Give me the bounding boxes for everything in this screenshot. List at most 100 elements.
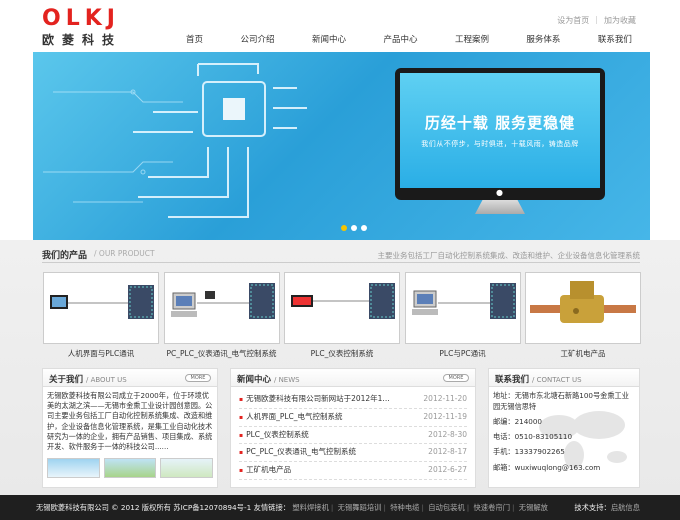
contact-title: 联系我们 / CONTACT US bbox=[495, 373, 582, 385]
nav-contact[interactable]: 联系我们 bbox=[590, 32, 640, 50]
contact-email[interactable]: 邮箱：wuxiwuqlong@163.com bbox=[493, 460, 635, 475]
about-image-2[interactable] bbox=[103, 458, 157, 479]
logo-letter: O bbox=[42, 6, 62, 31]
footer: 无锡欧菱科技有限公司 © 2012 版权所有 苏ICP备12070894号-1 … bbox=[0, 495, 680, 520]
friend-link[interactable]: 塑料焊接机 bbox=[292, 503, 328, 512]
logo-letter: J bbox=[106, 6, 116, 31]
news-header: 新闻中心 / NEWS MORE bbox=[231, 369, 475, 387]
products-description: 主要业务包括工厂自动化控制系统集成、改造和维护、企业设备信息化管理系统 bbox=[377, 251, 641, 260]
main-nav: 首页 公司介绍 新闻中心 产品中心 工程案例 服务体系 联系我们 bbox=[178, 32, 640, 50]
about-title-text: 关于我们 bbox=[49, 375, 84, 385]
product-label[interactable]: PLC与PC通讯 bbox=[405, 348, 521, 359]
news-title: 新闻中心 / NEWS bbox=[237, 373, 300, 385]
friend-link[interactable]: 快速卷帘门 bbox=[474, 503, 510, 512]
nav-cases[interactable]: 工程案例 bbox=[447, 32, 497, 50]
slide-dot-2[interactable] bbox=[351, 225, 357, 231]
logo-name: 欧菱科技 bbox=[42, 33, 123, 47]
circuit-graphic bbox=[43, 63, 307, 218]
friend-link[interactable]: 无锡解放 bbox=[519, 503, 548, 512]
contact-address: 地址：无锡市东北塘石新路100号金熏工业园无锡信思特 bbox=[493, 391, 629, 411]
contact-title-text: 联系我们 bbox=[495, 375, 530, 385]
contact-mobile: 手机：13337902265 bbox=[493, 447, 565, 457]
product-label[interactable]: 人机界面与PLC通讯 bbox=[43, 348, 159, 359]
product-image[interactable] bbox=[404, 272, 521, 344]
nav-products[interactable]: 产品中心 bbox=[375, 32, 425, 50]
product-item[interactable]: PLC_仪表控制系统 bbox=[284, 272, 400, 362]
contact-box: 联系我们 / CONTACT US 地址：无锡市东北塘石新路100号金熏工业园无… bbox=[488, 368, 640, 488]
news-item[interactable]: PLC_仪表控制系统 2012-8-30 bbox=[239, 427, 467, 445]
news-item-title[interactable]: 人机界面_PLC_电气控制系统 bbox=[239, 409, 404, 426]
logo-letter: L bbox=[65, 6, 81, 31]
products-title-en: / OUR PRODUCT bbox=[94, 249, 155, 258]
news-item-title[interactable]: 无锡欧菱科技有限公司新网站于2012年1... bbox=[239, 391, 404, 408]
about-box: 关于我们 / ABOUT US MORE 无锡欧菱科技有限公司成立于2000年，… bbox=[42, 368, 218, 488]
friend-link[interactable]: 自动包装机 bbox=[428, 503, 464, 512]
news-item[interactable]: 人机界面_PLC_电气控制系统 2012-11-19 bbox=[239, 409, 467, 427]
news-list: 无锡欧菱科技有限公司新网站于2012年1... 2012-11-20 人机界面_… bbox=[231, 387, 475, 484]
logo-letter: K bbox=[84, 6, 103, 31]
banner-slider[interactable]: 历经十载 服务更稳健 我们从不停步，与时俱进，十载风雨，铸造品牌 ● bbox=[33, 52, 650, 240]
news-more-button[interactable]: MORE bbox=[443, 374, 469, 382]
add-favorite-link[interactable]: 加为收藏 bbox=[604, 15, 636, 26]
news-item-date: 2012-6-27 bbox=[428, 465, 467, 475]
about-more-button[interactable]: MORE bbox=[185, 374, 211, 382]
about-images bbox=[43, 458, 217, 479]
friend-link[interactable]: 特种电缆 bbox=[390, 503, 419, 512]
nav-home[interactable]: 首页 bbox=[178, 32, 211, 50]
news-item-date: 2012-8-30 bbox=[428, 429, 467, 439]
about-header: 关于我们 / ABOUT US MORE bbox=[43, 369, 217, 387]
about-image-3[interactable] bbox=[160, 458, 214, 479]
about-title: 关于我们 / ABOUT US bbox=[49, 373, 127, 385]
product-label[interactable]: 工矿机电产品 bbox=[525, 348, 641, 359]
monitor-stand bbox=[475, 200, 525, 214]
divider: | bbox=[512, 503, 515, 512]
product-item[interactable]: 人机界面与PLC通讯 bbox=[43, 272, 159, 362]
banner-slogan: 历经十载 服务更稳健 bbox=[424, 114, 576, 132]
product-image[interactable] bbox=[163, 272, 280, 344]
news-item[interactable]: PC_PLC_仪表通讯_电气控制系统 2012-8-17 bbox=[239, 444, 467, 463]
news-item-date: 2012-11-19 bbox=[423, 411, 467, 421]
header: O L K J 欧菱科技 设为首页 | 加为收藏 首页 公司介绍 新闻中心 产品… bbox=[0, 0, 680, 52]
product-image[interactable] bbox=[43, 272, 159, 344]
product-image[interactable] bbox=[284, 272, 400, 344]
divider: | bbox=[466, 503, 470, 512]
plc-meter-diagram-icon bbox=[291, 283, 395, 319]
footer-copyright: 无锡欧菱科技有限公司 © 2012 版权所有 苏ICP备12070894号-1 … bbox=[36, 503, 548, 513]
slide-dot-1[interactable] bbox=[341, 225, 347, 231]
friend-link[interactable]: 无锡舞蹈培训 bbox=[338, 503, 382, 512]
top-links: 设为首页 | 加为收藏 bbox=[557, 15, 636, 26]
screen-content: 历经十载 服务更稳健 我们从不停步，与时俱进，十载风雨，铸造品牌 bbox=[400, 73, 600, 188]
news-item-title[interactable]: 工矿机电产品 bbox=[239, 462, 404, 479]
apple-logo-icon: ● bbox=[496, 188, 503, 197]
logo[interactable]: O L K J 欧菱科技 bbox=[42, 8, 152, 48]
set-homepage-link[interactable]: 设为首页 bbox=[557, 15, 589, 26]
product-label[interactable]: PC_PLC_仪表通讯_电气控制系统 bbox=[164, 348, 280, 359]
copyright-text: 无锡欧菱科技有限公司 © 2012 版权所有 苏ICP备12070894号-1 … bbox=[36, 503, 291, 512]
nav-news[interactable]: 新闻中心 bbox=[304, 32, 354, 50]
slide-dot-3[interactable] bbox=[361, 225, 367, 231]
nav-service[interactable]: 服务体系 bbox=[518, 32, 568, 50]
news-item-title[interactable]: PC_PLC_仪表通讯_电气控制系统 bbox=[239, 444, 404, 461]
news-box: 新闻中心 / NEWS MORE 无锡欧菱科技有限公司新网站于2012年1...… bbox=[230, 368, 476, 488]
product-item[interactable]: PLC与PC通讯 bbox=[404, 272, 521, 362]
nav-about[interactable]: 公司介绍 bbox=[232, 32, 282, 50]
divider: | bbox=[595, 15, 598, 24]
product-item[interactable]: 工矿机电产品 bbox=[525, 272, 641, 362]
news-item[interactable]: 工矿机电产品 2012-6-27 bbox=[239, 462, 467, 480]
pc-plc-diagram-icon bbox=[170, 283, 275, 319]
product-item[interactable]: PC_PLC_仪表通讯_电气控制系统 bbox=[163, 272, 280, 362]
product-image[interactable] bbox=[525, 272, 641, 344]
imac-monitor: 历经十载 服务更稳健 我们从不停步，与时俱进，十载风雨，铸造品牌 ● bbox=[395, 68, 605, 216]
plc-pc-diagram-icon bbox=[411, 283, 516, 319]
news-item-title[interactable]: PLC_仪表控制系统 bbox=[239, 427, 404, 444]
about-image-1[interactable] bbox=[47, 458, 100, 479]
tech-support-link[interactable]: 启航信息 bbox=[611, 503, 640, 512]
news-item[interactable]: 无锡欧菱科技有限公司新网站于2012年1... 2012-11-20 bbox=[239, 391, 467, 409]
news-title-en: / NEWS bbox=[273, 376, 300, 384]
news-title-text: 新闻中心 bbox=[237, 375, 272, 385]
contact-header: 联系我们 / CONTACT US bbox=[489, 369, 639, 387]
product-list: 人机界面与PLC通讯 PC_PLC_仪表通讯_电气控制系统 PLC_仪表控制系统… bbox=[43, 272, 641, 362]
product-label[interactable]: PLC_仪表控制系统 bbox=[284, 348, 400, 359]
divider: | bbox=[383, 503, 386, 512]
hmi-plc-diagram-icon bbox=[50, 285, 154, 319]
